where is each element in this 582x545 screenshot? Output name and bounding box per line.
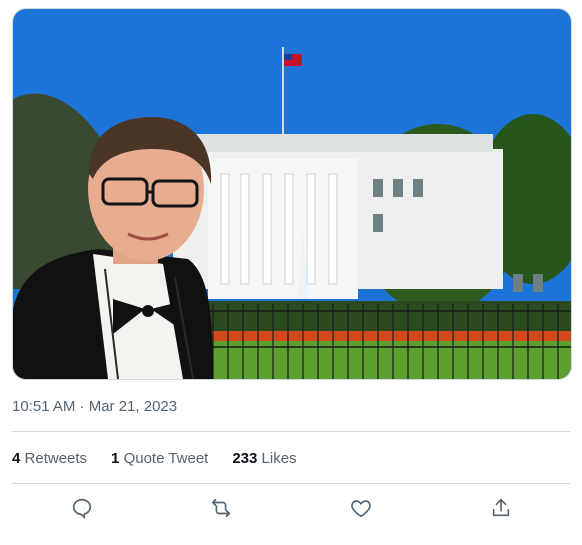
action-bar	[12, 497, 570, 523]
white-house-roof	[183, 134, 493, 152]
retweets-label: Retweets	[24, 450, 88, 467]
engagement-stats: 4 Retweets 1 Quote Tweet 233 Likes	[12, 450, 297, 467]
quotes-stat[interactable]: 1 Quote Tweet	[111, 450, 208, 467]
retweets-stat[interactable]: 4 Retweets	[12, 450, 87, 467]
reply-button[interactable]	[69, 497, 95, 523]
retweet-button[interactable]	[208, 497, 234, 523]
share-button[interactable]	[488, 497, 514, 523]
likes-count: 233	[232, 450, 258, 467]
divider-top	[12, 431, 570, 432]
tweet-timestamp[interactable]: 10:51 AM · Mar 21, 2023	[12, 398, 177, 415]
likes-label: Likes	[261, 450, 297, 467]
quotes-label: Quote Tweet	[123, 450, 209, 467]
quotes-count: 1	[111, 450, 120, 467]
tweet-photo[interactable]	[12, 8, 572, 380]
like-button[interactable]	[348, 497, 374, 523]
divider-bottom	[12, 483, 570, 484]
retweet-icon	[210, 497, 232, 524]
reply-icon	[71, 497, 93, 524]
likes-stat[interactable]: 233 Likes	[232, 450, 296, 467]
like-icon	[350, 497, 372, 524]
share-icon	[490, 497, 512, 524]
retweets-count: 4	[12, 450, 21, 467]
